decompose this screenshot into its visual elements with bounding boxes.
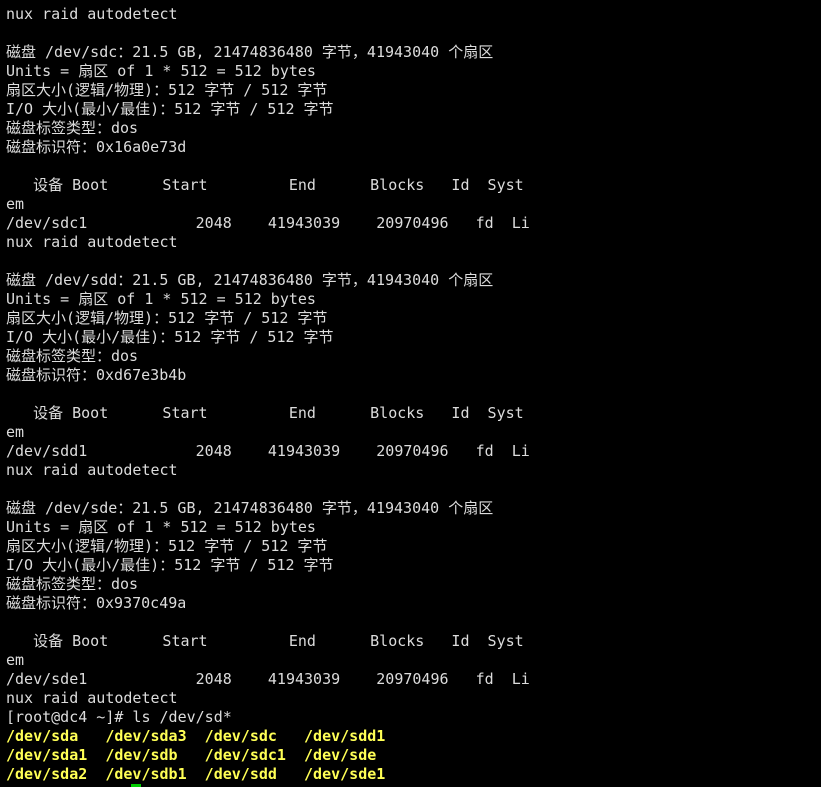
terminal-line: 磁盘 /dev/sdc：21.5 GB, 21474836480 字节，4194… [6,43,494,61]
terminal-line: I/O 大小(最小/最佳)：512 字节 / 512 字节 [6,100,334,118]
terminal-line: /dev/sdc1 2048 41943039 20970496 fd Li [6,214,530,232]
terminal-line: Units = 扇区 of 1 * 512 = 512 bytes [6,290,316,308]
terminal-line: I/O 大小(最小/最佳)：512 字节 / 512 字节 [6,556,334,574]
terminal-output: nux raid autodetect 磁盘 /dev/sdc：21.5 GB, … [6,5,821,784]
terminal-line: 扇区大小(逻辑/物理)：512 字节 / 512 字节 [6,537,328,555]
terminal-line: Units = 扇区 of 1 * 512 = 512 bytes [6,518,316,536]
command-prompt-line: [root@dc4 ~]# ls /dev/sd* [6,708,232,726]
terminal-line: 磁盘标识符：0x9370c49a [6,594,187,612]
ls-output-line: /dev/sda /dev/sda3 /dev/sdc /dev/sdd1 [6,727,386,745]
terminal-line: I/O 大小(最小/最佳)：512 字节 / 512 字节 [6,328,334,346]
terminal-window[interactable]: nux raid autodetect 磁盘 /dev/sdc：21.5 GB, … [0,0,821,787]
terminal-line: nux raid autodetect [6,689,178,707]
terminal-line: 设备 Boot Start End Blocks Id Syst [6,404,524,422]
terminal-line: nux raid autodetect [6,5,178,23]
ls-output-line: /dev/sda1 /dev/sdb /dev/sdc1 /dev/sde [6,746,377,764]
terminal-line: em [6,195,25,213]
terminal-line: 设备 Boot Start End Blocks Id Syst [6,632,524,650]
terminal-line: 扇区大小(逻辑/物理)：512 字节 / 512 字节 [6,81,328,99]
terminal-line: 磁盘 /dev/sdd：21.5 GB, 21474836480 字节，4194… [6,271,494,289]
terminal-line: em [6,423,25,441]
ls-output-line: /dev/sda2 /dev/sdb1 /dev/sdd /dev/sde1 [6,765,386,783]
terminal-line: 磁盘标签类型：dos [6,347,139,365]
terminal-line: 磁盘标签类型：dos [6,575,139,593]
terminal-line: /dev/sdd1 2048 41943039 20970496 fd Li [6,442,530,460]
terminal-line: nux raid autodetect [6,233,178,251]
terminal-line: Units = 扇区 of 1 * 512 = 512 bytes [6,62,316,80]
terminal-line: 磁盘标签类型：dos [6,119,139,137]
terminal-line: em [6,651,25,669]
terminal-line: 设备 Boot Start End Blocks Id Syst [6,176,524,194]
terminal-line: /dev/sde1 2048 41943039 20970496 fd Li [6,670,530,688]
terminal-line: 扇区大小(逻辑/物理)：512 字节 / 512 字节 [6,309,328,327]
terminal-line: 磁盘 /dev/sde：21.5 GB, 21474836480 字节，4194… [6,499,494,517]
terminal-line: nux raid autodetect [6,461,178,479]
terminal-line: 磁盘标识符：0xd67e3b4b [6,366,187,384]
terminal-line: 磁盘标识符：0x16a0e73d [6,138,187,156]
